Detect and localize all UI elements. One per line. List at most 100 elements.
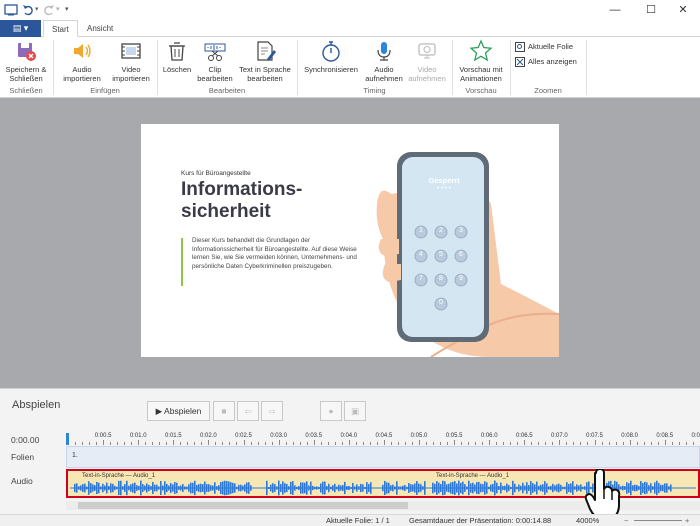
waveform-bar bbox=[636, 484, 638, 492]
waveform-bar bbox=[132, 483, 134, 493]
waveform-bar bbox=[182, 484, 184, 492]
group-label-preview: Vorschau bbox=[465, 86, 497, 95]
undo-dropdown-icon[interactable]: ▾ bbox=[35, 3, 39, 17]
stop-button[interactable]: ■ bbox=[213, 401, 235, 421]
cut-clip-button[interactable]: Clip bearbeiten bbox=[194, 39, 236, 83]
save-close-button[interactable]: Speichern & Schließen bbox=[4, 39, 48, 83]
waveform-bar bbox=[214, 482, 216, 494]
ruler-tick bbox=[264, 442, 266, 445]
import-audio-button[interactable]: Audio importieren bbox=[57, 39, 107, 83]
waveform-bar bbox=[622, 485, 624, 491]
waveform-bar bbox=[190, 482, 192, 494]
ruler-tick bbox=[622, 442, 624, 445]
waveform-bar bbox=[464, 484, 466, 492]
cut-clip-label: Clip bearbeiten bbox=[197, 65, 233, 83]
ruler-tick bbox=[643, 442, 645, 445]
waveform-bar bbox=[532, 483, 534, 493]
ruler-tick bbox=[608, 442, 610, 445]
preview-label: Vorschau mit Animationen bbox=[459, 65, 503, 83]
ruler-tick bbox=[390, 442, 392, 445]
waveform-bar bbox=[164, 481, 166, 495]
slide-title: Informations- sicherheit bbox=[181, 179, 302, 223]
zoom-slider[interactable] bbox=[634, 520, 682, 521]
waveform-bar bbox=[206, 484, 208, 492]
waveform-bar bbox=[224, 480, 226, 496]
ruler-tick bbox=[636, 442, 638, 445]
zoom-in-icon[interactable]: + bbox=[685, 516, 689, 526]
sync-label: Synchronisieren bbox=[304, 65, 358, 74]
file-menu-button[interactable]: ▤ ▾ bbox=[0, 20, 41, 37]
waveform-bar bbox=[124, 484, 126, 492]
play-button[interactable]: ▶ Abspielen bbox=[147, 401, 210, 421]
status-zoom: 4000% bbox=[576, 516, 600, 525]
waveform-bar bbox=[648, 485, 650, 491]
delete-button[interactable]: Löschen bbox=[160, 39, 194, 74]
waveform-bar bbox=[152, 481, 154, 495]
arrow-left-icon: ⇦ bbox=[244, 406, 252, 416]
waveform-bar bbox=[482, 484, 484, 492]
ruler-tick bbox=[601, 442, 603, 445]
waveform-bar bbox=[544, 481, 546, 495]
ruler-tick bbox=[524, 440, 526, 445]
waveform-bar bbox=[556, 484, 558, 492]
waveform-bar bbox=[566, 482, 568, 494]
sync-button[interactable]: Synchronisieren bbox=[300, 39, 362, 74]
previous-button[interactable]: ⇦ bbox=[237, 401, 259, 421]
waveform-bar bbox=[488, 486, 490, 490]
zoom-out-icon[interactable]: − bbox=[624, 516, 628, 526]
waveform-bar bbox=[656, 480, 658, 496]
tab-ansicht[interactable]: Ansicht bbox=[79, 20, 121, 37]
scrollbar-thumb[interactable] bbox=[78, 502, 408, 509]
redo-dropdown-icon[interactable]: ▾ bbox=[56, 3, 60, 17]
tts-button[interactable]: Text in Sprache bearbeiten bbox=[236, 39, 294, 83]
waveform-bar bbox=[680, 487, 682, 489]
ruler-tick bbox=[138, 440, 140, 445]
slide-title-line1: Informations- bbox=[181, 179, 303, 200]
ruler-tick bbox=[664, 440, 666, 445]
record-button[interactable]: ● bbox=[320, 401, 342, 421]
undo-icon[interactable] bbox=[22, 3, 34, 17]
ruler-label: 0:02.0 bbox=[200, 433, 217, 439]
slides-track[interactable]: 1. bbox=[66, 446, 700, 468]
waveform-bar bbox=[368, 484, 370, 492]
minimize-icon[interactable]: — bbox=[598, 0, 632, 20]
record-video-button[interactable]: Video aufnehmen bbox=[406, 39, 448, 83]
customize-toolbar-icon[interactable]: ▾ bbox=[65, 3, 69, 17]
ruler-tick bbox=[419, 440, 420, 445]
waveform-bar bbox=[404, 485, 406, 491]
ruler-tick bbox=[447, 442, 449, 445]
waveform-bar bbox=[490, 484, 492, 492]
waveform-bar bbox=[126, 480, 128, 496]
preview-button[interactable]: Vorschau mit Animationen bbox=[454, 39, 508, 83]
timeline-ruler[interactable]: 0:00.5 0:01.0 0:01.5 0:02.0 0:02.5 0:03.0 0:03… bbox=[66, 431, 700, 445]
tab-start[interactable]: Start bbox=[43, 20, 78, 37]
status-current-slide: Aktuelle Folie: 1 / 1 bbox=[326, 516, 390, 525]
waveform-bar bbox=[580, 484, 582, 492]
zoom-show-all-button[interactable]: Alles anzeigen bbox=[515, 56, 577, 68]
waveform-bar bbox=[198, 484, 200, 492]
waveform-bar bbox=[660, 484, 662, 492]
split-button[interactable]: ▣ bbox=[344, 401, 366, 421]
split-icon: ▣ bbox=[350, 406, 360, 416]
waveform-bar bbox=[282, 481, 284, 495]
waveform-bar bbox=[408, 483, 410, 493]
waveform-bar bbox=[628, 483, 630, 493]
next-button[interactable]: ⇨ bbox=[261, 401, 283, 421]
waveform-bar bbox=[374, 487, 376, 489]
waveform-bar bbox=[336, 486, 338, 490]
zoom-current-slide-button[interactable]: Aktuelle Folie bbox=[515, 41, 573, 53]
ruler-tick bbox=[327, 442, 329, 445]
save-close-icon bbox=[18, 43, 36, 61]
redo-icon[interactable] bbox=[43, 3, 55, 17]
playhead[interactable] bbox=[66, 433, 69, 445]
ruler-tick bbox=[306, 442, 308, 445]
close-icon[interactable]: ✕ bbox=[666, 0, 700, 20]
waveform-bar bbox=[162, 485, 164, 491]
import-video-button[interactable]: Video importieren bbox=[107, 39, 155, 83]
record-audio-button[interactable]: Audio aufnehmen bbox=[362, 39, 406, 83]
ruler-label: 0:07.5 bbox=[586, 433, 603, 439]
waveform-bar bbox=[470, 483, 472, 493]
waveform-bar bbox=[212, 485, 214, 491]
maximize-icon[interactable]: ☐ bbox=[634, 0, 668, 20]
waveform-bar bbox=[494, 480, 496, 496]
